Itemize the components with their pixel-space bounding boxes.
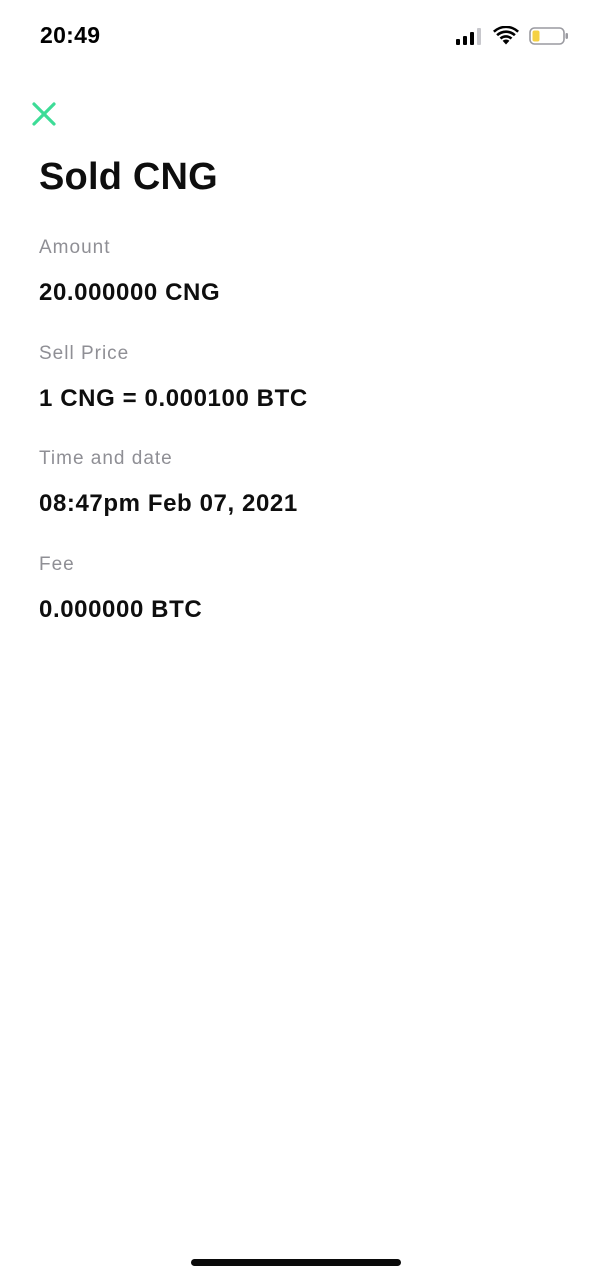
wifi-icon bbox=[493, 26, 519, 45]
status-bar: 20:49 bbox=[0, 0, 591, 72]
amount-label: Amount bbox=[39, 237, 111, 258]
close-icon bbox=[32, 102, 56, 126]
sell-price-value: 1 CNG = 0.000100 BTC bbox=[39, 384, 308, 412]
sell-price-label: Sell Price bbox=[39, 342, 130, 364]
close-button[interactable] bbox=[28, 98, 60, 130]
time-and-date-label: Time and date bbox=[39, 448, 173, 469]
page-title: Sold CNG bbox=[39, 156, 218, 198]
battery-icon bbox=[529, 27, 568, 45]
transaction-details: Amount 20.000000 CNG Sell Price 1 CNG = … bbox=[39, 236, 559, 658]
detail-row-fee: Fee 0.000000 BTC bbox=[39, 553, 559, 659]
amount-value: 20.000000 CNG bbox=[39, 279, 221, 306]
signal-icon bbox=[456, 28, 481, 45]
status-time: 20:49 bbox=[40, 22, 101, 48]
detail-row-amount: Amount 20.000000 CNG bbox=[39, 236, 559, 342]
home-indicator[interactable] bbox=[191, 1259, 401, 1266]
time-and-date-value: 08:47pm Feb 07, 2021 bbox=[39, 490, 298, 517]
detail-row-time-and-date: Time and date 08:47pm Feb 07, 2021 bbox=[39, 447, 559, 553]
detail-row-sell-price: Sell Price 1 CNG = 0.000100 BTC bbox=[39, 342, 559, 448]
fee-value: 0.000000 BTC bbox=[39, 595, 203, 623]
fee-label: Fee bbox=[39, 553, 75, 575]
status-icons bbox=[455, 24, 569, 48]
